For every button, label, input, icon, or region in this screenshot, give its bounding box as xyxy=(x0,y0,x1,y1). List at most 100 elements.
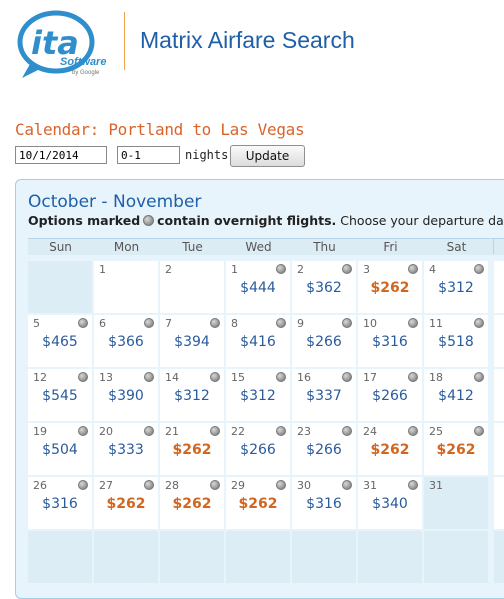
fare-link[interactable]: $394 xyxy=(160,334,224,350)
day-number: 13 xyxy=(99,371,113,384)
fare-link[interactable]: $316 xyxy=(358,334,422,350)
day-number: 1 xyxy=(99,263,106,276)
overnight-icon xyxy=(474,318,484,328)
day-number: 9 xyxy=(297,317,304,330)
departure-date-input[interactable] xyxy=(15,146,107,164)
fare-link[interactable]: $390 xyxy=(94,388,158,404)
day-number: 17 xyxy=(363,371,377,384)
lowest-fare-link[interactable]: $262 xyxy=(94,496,158,512)
lowest-fare-link[interactable]: $262 xyxy=(160,496,224,512)
overnight-icon xyxy=(276,372,286,382)
calendar-day-cell[interactable]: 17 $266 xyxy=(358,369,422,421)
fare-link[interactable]: $316 xyxy=(28,496,92,512)
day-number: 2 xyxy=(165,263,172,276)
calendar-day-cell[interactable]: 22 $266 xyxy=(226,423,290,475)
day-number: 3 xyxy=(363,263,370,276)
app-title: Matrix Airfare Search xyxy=(140,27,355,53)
overnight-icon xyxy=(210,426,220,436)
day-number: 15 xyxy=(231,371,245,384)
calendar-day-cell[interactable]: 14 $312 xyxy=(160,369,224,421)
fare-link[interactable]: $266 xyxy=(292,442,356,458)
calendar-day-cell[interactable]: 31 $340 xyxy=(358,477,422,529)
day-number: 24 xyxy=(363,425,377,438)
fare-link[interactable]: $312 xyxy=(424,280,488,296)
calendar-day-cell[interactable]: 9 $266 xyxy=(292,315,356,367)
day-number: 16 xyxy=(297,371,311,384)
day-number: 29 xyxy=(231,479,245,492)
calendar-day-cell[interactable]: 24 $262 xyxy=(358,423,422,475)
overnight-icon xyxy=(276,318,286,328)
calendar-day-cell[interactable]: 25 $262 xyxy=(424,423,488,475)
calendar-day-cell[interactable]: 30 $316 xyxy=(292,477,356,529)
fare-link[interactable]: $504 xyxy=(28,442,92,458)
fare-link[interactable]: $545 xyxy=(28,388,92,404)
calendar-day-cell[interactable]: 3 $262 xyxy=(358,261,422,313)
fare-link[interactable]: $266 xyxy=(226,442,290,458)
fare-link[interactable]: $416 xyxy=(226,334,290,350)
day-number: 31 xyxy=(429,479,443,492)
calendar-day-cell[interactable]: 7 $394 xyxy=(160,315,224,367)
day-number: 23 xyxy=(297,425,311,438)
fare-link[interactable]: $340 xyxy=(358,496,422,512)
fare-link[interactable]: $518 xyxy=(424,334,488,350)
calendar-day-cell[interactable]: 2 $362 xyxy=(292,261,356,313)
logo-byline: by Google xyxy=(72,70,100,76)
fare-link[interactable]: $444 xyxy=(226,280,290,296)
lowest-fare-link[interactable]: $262 xyxy=(160,442,224,458)
day-number: 30 xyxy=(297,479,311,492)
overnight-icon xyxy=(342,480,352,490)
calendar-day-cell[interactable]: 11 $518 xyxy=(424,315,488,367)
calendar-day-cell[interactable]: 21 $262 xyxy=(160,423,224,475)
day-number: 31 xyxy=(363,479,377,492)
calendar-day-cell[interactable]: 29 $262 xyxy=(226,477,290,529)
calendar-day-cell[interactable]: 12 $545 xyxy=(28,369,92,421)
next-month-column-edge xyxy=(494,531,504,583)
calendar-day-cell[interactable]: 8 $416 xyxy=(226,315,290,367)
calendar-day-cell[interactable]: 6 $366 xyxy=(94,315,158,367)
overnight-icon xyxy=(144,318,154,328)
calendar-day-cell: 2 xyxy=(160,261,224,313)
overnight-icon xyxy=(408,426,418,436)
calendar-day-cell[interactable]: 15 $312 xyxy=(226,369,290,421)
fare-link[interactable]: $337 xyxy=(292,388,356,404)
calendar-day-cell[interactable]: 23 $266 xyxy=(292,423,356,475)
overnight-icon xyxy=(408,264,418,274)
calendar-day-cell[interactable]: 28 $262 xyxy=(160,477,224,529)
day-number: 18 xyxy=(429,371,443,384)
lowest-fare-link[interactable]: $262 xyxy=(226,496,290,512)
fare-link[interactable]: $362 xyxy=(292,280,356,296)
calendar-day-cell[interactable]: 19 $504 xyxy=(28,423,92,475)
update-button[interactable]: Update xyxy=(230,145,305,167)
calendar-day-cell[interactable]: 27 $262 xyxy=(94,477,158,529)
fare-link[interactable]: $266 xyxy=(292,334,356,350)
lowest-fare-link[interactable]: $262 xyxy=(358,280,422,296)
calendar-day-cell[interactable]: 5 $465 xyxy=(28,315,92,367)
fare-link[interactable]: $312 xyxy=(226,388,290,404)
header-divider xyxy=(124,12,125,70)
calendar-day-cell[interactable]: 20 $333 xyxy=(94,423,158,475)
fare-link[interactable]: $412 xyxy=(424,388,488,404)
day-number: 8 xyxy=(231,317,238,330)
fare-link[interactable]: $266 xyxy=(358,388,422,404)
calendar-day-cell[interactable]: 18 $412 xyxy=(424,369,488,421)
calendar-day-cell[interactable]: 4 $312 xyxy=(424,261,488,313)
fare-link[interactable]: $366 xyxy=(94,334,158,350)
next-month-column-edge xyxy=(494,477,504,529)
calendar-day-cell[interactable]: 1 $444 xyxy=(226,261,290,313)
day-number: 26 xyxy=(33,479,47,492)
fare-link[interactable]: $465 xyxy=(28,334,92,350)
overnight-icon xyxy=(210,318,220,328)
lowest-fare-link[interactable]: $262 xyxy=(358,442,422,458)
overnight-icon xyxy=(342,318,352,328)
lowest-fare-link[interactable]: $262 xyxy=(424,442,488,458)
calendar-day-cell[interactable]: 10 $316 xyxy=(358,315,422,367)
calendar-day-cell[interactable]: 16 $337 xyxy=(292,369,356,421)
calendar-day-cell[interactable]: 13 $390 xyxy=(94,369,158,421)
fare-link[interactable]: $316 xyxy=(292,496,356,512)
fare-link[interactable]: $333 xyxy=(94,442,158,458)
nights-input[interactable] xyxy=(117,146,180,164)
day-number: 7 xyxy=(165,317,172,330)
calendar-day-cell[interactable]: 26 $316 xyxy=(28,477,92,529)
fare-link[interactable]: $312 xyxy=(160,388,224,404)
overnight-icon xyxy=(342,264,352,274)
